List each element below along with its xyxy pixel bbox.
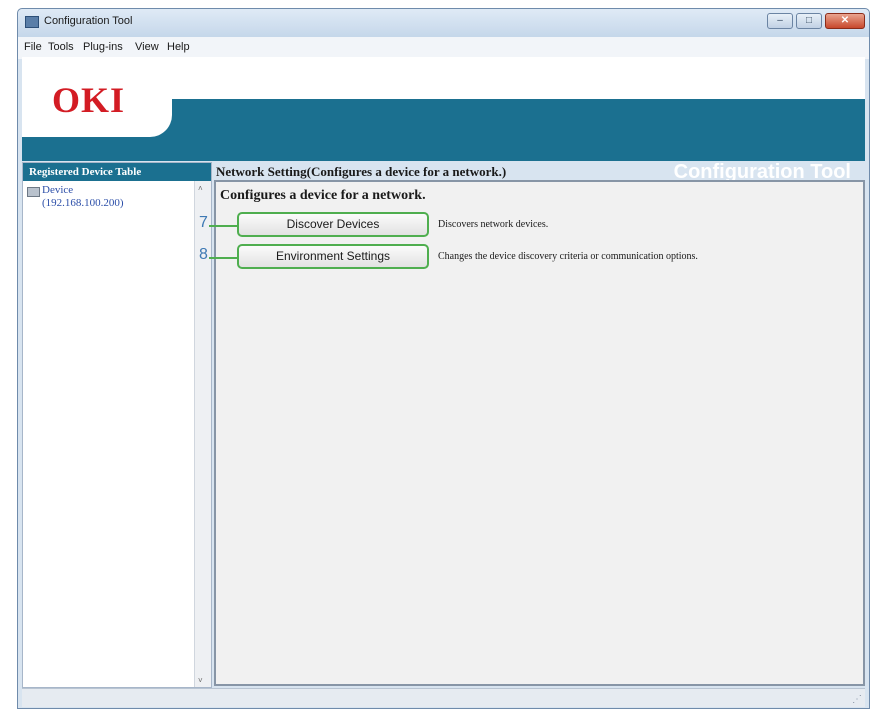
window-title: Configuration Tool: [44, 15, 133, 27]
menu-tools[interactable]: Tools: [48, 41, 74, 53]
maximize-button[interactable]: □: [796, 13, 822, 29]
device-address: (192.168.100.200): [42, 197, 124, 209]
callout-7: 7: [199, 214, 208, 231]
oki-logo: OKI: [52, 80, 126, 120]
environment-settings-button[interactable]: Environment Settings: [237, 244, 429, 269]
menu-plugins[interactable]: Plug-ins: [83, 41, 123, 53]
network-setting-header: Network Setting(Configures a device for …: [216, 164, 507, 179]
menu-bar: File Tools Plug-ins View Help: [18, 37, 869, 59]
app-window: Configuration Tool – □ ✕ File Tools Plug…: [17, 8, 870, 709]
menu-help[interactable]: Help: [167, 41, 190, 53]
callout-line-8: [209, 257, 237, 259]
discover-devices-button[interactable]: Discover Devices: [237, 212, 429, 237]
discover-devices-description: Discovers network devices.: [438, 219, 549, 230]
callout-line-7: [209, 225, 237, 227]
resize-grip-icon[interactable]: ⋰: [852, 694, 862, 705]
printer-device-icon: [27, 187, 40, 197]
scroll-down-arrow-icon[interactable]: ˅: [198, 676, 203, 685]
status-bar: ⋰: [22, 688, 865, 707]
callout-8: 8: [199, 246, 208, 263]
panel-heading: Configures a device for a network.: [220, 188, 426, 203]
menu-file[interactable]: File: [24, 41, 42, 53]
minimize-button[interactable]: –: [767, 13, 793, 29]
device-list-item[interactable]: Device (192.168.100.200): [27, 184, 192, 212]
menu-view[interactable]: View: [135, 41, 159, 53]
network-setting-panel: Configures a device for a network. 7 Dis…: [199, 180, 865, 686]
scroll-up-arrow-icon[interactable]: ˄: [198, 184, 203, 193]
device-table-title: Registered Device Table: [29, 166, 142, 178]
environment-settings-description: Changes the device discovery criteria or…: [438, 251, 698, 262]
registered-device-table: Registered Device Table Device (192.168.…: [22, 162, 212, 688]
title-bar[interactable]: Configuration Tool – □ ✕: [18, 9, 869, 37]
app-icon: [25, 16, 39, 28]
header-banner: Configuration Tool OKI: [22, 57, 865, 183]
device-table-header: Registered Device Table: [23, 163, 211, 181]
close-button[interactable]: ✕: [825, 13, 865, 29]
device-name: Device: [42, 184, 74, 196]
logo-tab: OKI: [22, 57, 172, 137]
